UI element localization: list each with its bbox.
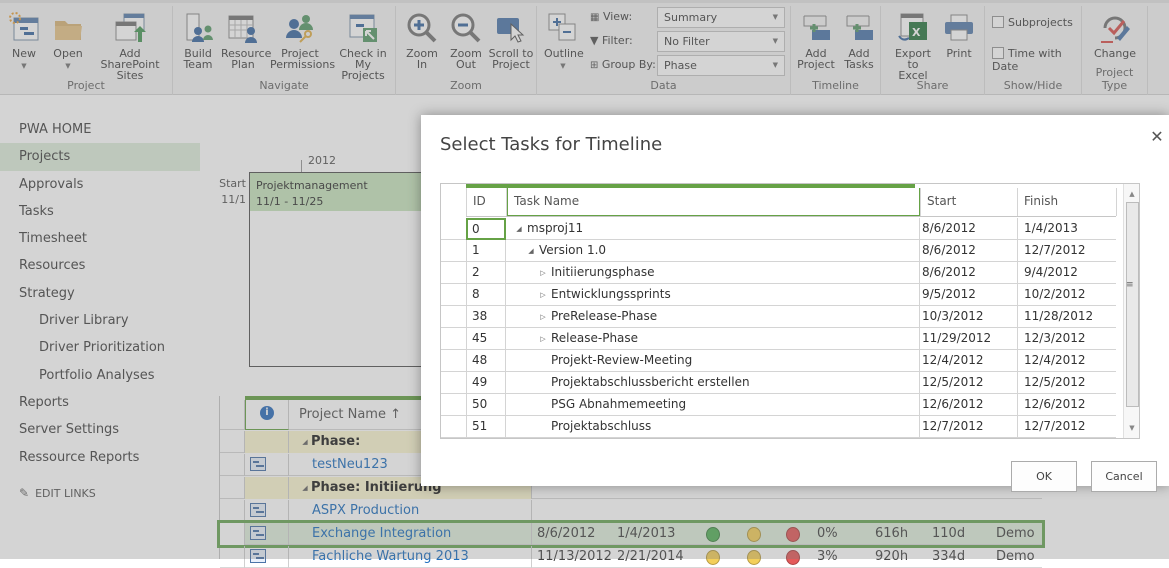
row-gutter[interactable] [441,262,466,284]
task-finish-cell[interactable]: 12/6/2012 [1017,394,1116,416]
task-finish-cell [1017,438,1116,439]
task-name-cell[interactable]: ▷ Entwicklungssprints [507,284,919,306]
task-row[interactable]: 51 Projektabschluss 12/7/2012 12/7/2012 [441,416,1116,438]
task-id-cell[interactable]: 45 [466,328,506,350]
task-finish-cell[interactable]: 12/4/2012 [1017,350,1116,372]
task-name-label: PreRelease-Phase [551,309,658,323]
row-gutter[interactable] [441,240,466,262]
task-row[interactable]: 49 Projektabschlussbericht erstellen 12/5/… [441,372,1116,394]
expanded-triangle-icon[interactable]: ◢ [513,225,525,233]
ok-button[interactable]: OK [1011,461,1077,492]
task-name-label: Version 1.0 [539,243,607,257]
task-row[interactable]: 2 ▷ Initiierungsphase 8/6/2012 9/4/2012 [441,262,1116,284]
close-icon: ✕ [1150,127,1164,146]
close-button[interactable]: ✕ [1149,127,1165,147]
column-header-task-name[interactable]: Task Name [507,188,920,216]
task-name-cell[interactable]: Projektabschlussbericht erstellen [507,372,919,394]
task-start-cell[interactable]: 9/5/2012 [919,284,1017,306]
dialog-title: Select Tasks for Timeline [440,134,663,155]
task-name-label: Entwicklungssprints [551,287,671,301]
task-name-cell[interactable]: Projekt-Review-Meeting [507,350,919,372]
task-finish-cell[interactable]: 12/5/2012 [1017,372,1116,394]
row-gutter[interactable] [441,416,466,438]
collapsed-triangle-icon[interactable]: ▷ [537,313,549,321]
task-name-cell[interactable]: ▷ Initiierungsphase [507,262,919,284]
task-finish-cell[interactable]: 12/7/2012 [1017,240,1116,262]
task-start-cell [919,438,1017,439]
row-gutter[interactable] [441,328,466,350]
task-name-cell[interactable]: PSG Abnahmemeeting [507,394,919,416]
expanded-triangle-icon[interactable]: ◢ [525,247,537,255]
task-name-cell[interactable]: ▷ Release-Phase [507,328,919,350]
task-id-cell[interactable]: 51 [466,416,506,438]
task-finish-cell[interactable]: 9/4/2012 [1017,262,1116,284]
task-start-cell[interactable]: 8/6/2012 [919,240,1017,262]
task-id-cell[interactable]: 1 [466,240,506,262]
task-name-label: Release-Phase [551,331,639,345]
task-start-cell[interactable]: 8/6/2012 [919,262,1017,284]
task-name-label: msproj11 [527,221,584,235]
task-name-cell[interactable]: ◢ msproj11 [507,218,919,240]
task-id-cell[interactable]: 38 [466,306,506,328]
task-id-cell[interactable]: 2 [466,262,506,284]
task-row[interactable]: 38 ▷ PreRelease-Phase 10/3/2012 11/28/2012 [441,306,1116,328]
row-gutter[interactable] [441,218,466,240]
task-name-label: PSG Abnahmemeeting [551,397,687,411]
task-finish-cell[interactable]: 10/2/2012 [1017,284,1116,306]
task-row[interactable]: 8 ▷ Entwicklungssprints 9/5/2012 10/2/2012 [441,284,1116,306]
column-header-id[interactable]: ID [466,188,507,216]
task-start-cell[interactable]: 10/3/2012 [919,306,1017,328]
collapsed-triangle-icon[interactable]: ▷ [537,269,549,277]
task-row[interactable]: 50 PSG Abnahmemeeting 12/6/2012 12/6/2012 [441,394,1116,416]
select-tasks-dialog: Select Tasks for Timeline ✕ ID Task Name… [421,115,1169,492]
task-start-cell[interactable]: 12/5/2012 [919,372,1017,394]
task-name-label: Projekt-Review-Meeting [551,353,693,367]
task-id-cell[interactable]: 8 [466,284,506,306]
cancel-button[interactable]: Cancel [1091,461,1157,492]
scrollbar-thumb[interactable] [1126,202,1139,407]
task-id-cell[interactable]: 0 [466,218,506,240]
task-row[interactable]: 45 ▷ Release-Phase 11/29/2012 12/3/2012 [441,328,1116,350]
task-name-cell[interactable]: ▷ PreRelease-Phase [507,306,919,328]
task-grid-header: ID Task Name Start Finish [466,188,1117,217]
row-gutter[interactable] [441,284,466,306]
row-gutter[interactable] [441,350,466,372]
task-name-cell[interactable]: Projektabschluss [507,416,919,438]
row-gutter[interactable] [441,372,466,394]
task-finish-cell[interactable]: 1/4/2013 [1017,218,1116,240]
task-row[interactable]: 1 ◢ Version 1.0 8/6/2012 12/7/2012 [441,240,1116,262]
task-finish-cell[interactable]: 11/28/2012 [1017,306,1116,328]
task-id-cell [466,438,506,439]
scrollbar-grip-icon: ≡ [1126,280,1134,290]
task-start-cell[interactable]: 11/29/2012 [919,328,1017,350]
task-start-cell[interactable]: 8/6/2012 [919,218,1017,240]
task-grid: ID Task Name Start Finish 0 ◢ msproj11 8/6/… [440,183,1140,439]
task-name-label: Projektabschlussbericht erstellen [551,375,750,389]
scroll-down-icon[interactable]: ▼ [1124,420,1139,436]
task-finish-cell[interactable]: 12/7/2012 [1017,416,1116,438]
collapsed-triangle-icon[interactable]: ▷ [537,291,549,299]
task-row[interactable]: 0 ◢ msproj11 8/6/2012 1/4/2013 [441,218,1116,240]
task-start-cell[interactable]: 12/6/2012 [919,394,1017,416]
task-id-cell[interactable]: 50 [466,394,506,416]
task-name-cell[interactable]: ◢ Version 1.0 [507,240,919,262]
task-id-cell[interactable]: 49 [466,372,506,394]
column-header-start[interactable]: Start [920,188,1018,216]
task-name-label: Initiierungsphase [551,265,655,279]
column-header-finish[interactable]: Finish [1018,188,1117,216]
vertical-scrollbar[interactable]: ▲ ≡ ▼ [1123,184,1139,438]
task-finish-cell[interactable]: 12/3/2012 [1017,328,1116,350]
collapsed-triangle-icon[interactable]: ▷ [537,335,549,343]
task-start-cell[interactable]: 12/4/2012 [919,350,1017,372]
row-gutter[interactable] [441,394,466,416]
task-name-label: Projektabschluss [551,419,652,433]
task-start-cell[interactable]: 12/7/2012 [919,416,1017,438]
scroll-up-icon[interactable]: ▲ [1124,186,1139,202]
task-row[interactable]: 48 Projekt-Review-Meeting 12/4/2012 12/4/20… [441,350,1116,372]
task-row-partial [441,438,1116,439]
row-gutter[interactable] [441,306,466,328]
task-id-cell[interactable]: 48 [466,350,506,372]
